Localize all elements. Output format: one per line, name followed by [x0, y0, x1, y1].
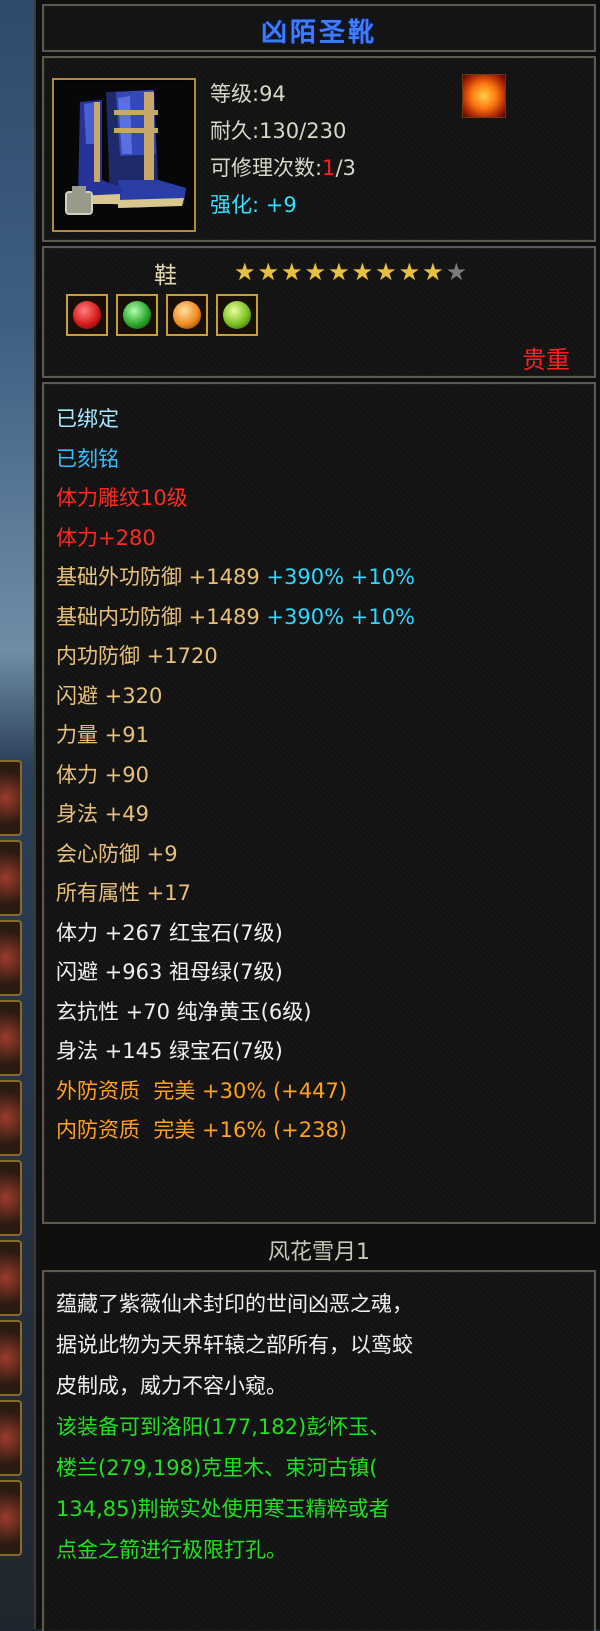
item-name: 凶陌圣靴 — [260, 18, 377, 48]
hint-line: 该装备可到洛阳(177,182)彭怀玉、 — [56, 1415, 391, 1439]
gem-socket[interactable] — [166, 294, 208, 336]
star-filled-icon: ★ — [398, 258, 423, 286]
skill-slot-icon[interactable] — [0, 760, 22, 836]
attr-line: 力量 +91 — [56, 723, 149, 747]
quality-line: 内防资质 完美 +16% (+238) — [56, 1118, 348, 1142]
orange-gem-icon — [173, 301, 201, 329]
item-repair-count: 可修理次数:1/3 — [210, 152, 356, 182]
lore-line: 据说此物为天界轩辕之部所有，以鸾蛟 — [56, 1333, 413, 1357]
attr-line: 体力 +90 — [56, 762, 149, 787]
item-description: 蕴藏了紫薇仙术封印的世间凶恶之魂， 据说此物为天界轩辕之部所有，以鸾蛟 皮制成，… — [42, 1270, 596, 1631]
outer-defense-attr: 基础外功防御 +1489 +390% +10% — [56, 558, 415, 598]
star-filled-icon: ★ — [351, 258, 376, 286]
gem-socket[interactable] — [216, 294, 258, 336]
item-header: 等级:94 耐久:130/230 可修理次数:1/3 强化: +9 — [42, 56, 596, 242]
item-tooltip: 凶陌圣靴 等级:94 耐久:130/230 可修理次数:1/3 强化: +9 鞋… — [34, 0, 600, 1631]
item-rarity: 贵重 — [522, 346, 570, 374]
lore-line: 皮制成，威力不容小窥。 — [56, 1374, 287, 1398]
item-attributes: 已绑定 已刻铭 体力雕纹10级 体力+280 基础外功防御 +1489 +390… — [42, 382, 596, 1224]
star-empty-icon: ★ — [445, 258, 470, 286]
star-filled-icon: ★ — [304, 258, 329, 286]
enhance-label: 强化: — [210, 193, 260, 217]
red-gem-icon — [73, 301, 101, 329]
hint-line: 楼兰(279,198)克里木、束河古镇( — [56, 1456, 378, 1480]
gem-sockets — [66, 294, 258, 336]
item-summary: 鞋 ★★★★★★★★★★ 贵重 — [42, 246, 596, 378]
item-durability: 耐久:130/230 — [210, 119, 347, 143]
attr-line: 所有属性 +17 — [56, 881, 191, 905]
skill-slot-icon[interactable] — [0, 840, 22, 916]
carving-attr: 体力雕纹10级 — [56, 486, 188, 510]
enhance-value: +9 — [265, 193, 297, 217]
outer-def-pct2: +10% — [350, 565, 416, 589]
attr-line: 会心防御 +9 — [56, 841, 178, 866]
outer-def-label: 基础外功防御 +1489 — [56, 565, 260, 589]
attr-line: 内功防御 +1720 — [56, 644, 218, 668]
skill-slot-icon[interactable] — [0, 920, 22, 996]
lore-line: 蕴藏了紫薇仙术封印的世间凶恶之魂， — [56, 1292, 413, 1316]
repair-max: /3 — [335, 156, 356, 180]
skill-slot-icon[interactable] — [0, 1000, 22, 1076]
gem-socket[interactable] — [66, 294, 108, 336]
set-name: 风花雪月1 — [268, 1240, 370, 1265]
attr-line: 身法 +49 — [56, 802, 149, 826]
engraved-status: 已刻铭 — [56, 446, 119, 471]
item-type: 鞋 — [154, 263, 177, 289]
inner-def-pct1: +390% — [266, 604, 345, 629]
star-filled-icon: ★ — [257, 258, 282, 286]
skill-slot-icon[interactable] — [0, 1480, 22, 1556]
star-filled-icon: ★ — [281, 258, 305, 286]
repair-label: 可修理次数: — [210, 156, 323, 180]
gem-attr-line: 闪避 +963 祖母绿(7级) — [56, 960, 283, 984]
star-filled-icon: ★ — [234, 258, 258, 286]
skill-slot-icon[interactable] — [0, 1080, 22, 1156]
gem-socket[interactable] — [116, 294, 158, 336]
skill-slot-icon[interactable] — [0, 1160, 22, 1236]
inner-def-pct2: +10% — [350, 604, 416, 629]
flame-icon — [462, 74, 506, 118]
gem-attr-line: 身法 +145 绿宝石(7级) — [56, 1039, 283, 1063]
star-rating: ★★★★★★★★★★ — [234, 258, 469, 286]
repair-current: 1 — [322, 156, 336, 180]
tooltip-title-bar: 凶陌圣靴 — [42, 4, 596, 52]
gem-attr-line: 体力 +267 红宝石(7级) — [56, 920, 283, 945]
boot-icon — [58, 84, 190, 226]
skill-slot-icon[interactable] — [0, 1400, 22, 1476]
item-level: 等级:94 — [210, 82, 286, 106]
hint-line: 点金之箭进行极限打孔。 — [56, 1538, 287, 1562]
star-filled-icon: ★ — [422, 258, 446, 286]
stamina-bonus-attr: 体力+280 — [56, 525, 156, 550]
attr-line: 闪避 +320 — [56, 683, 163, 708]
skill-slot-icon[interactable] — [0, 1240, 22, 1316]
gem-attr-line: 玄抗性 +70 纯净黄玉(6级) — [56, 999, 312, 1024]
green-gem-icon — [123, 301, 151, 329]
item-enhancement: 强化: +9 — [210, 189, 297, 219]
hint-line: 134,85)荆嵌实处使用寒玉精粹或者 — [56, 1497, 390, 1521]
item-icon-frame — [52, 78, 196, 232]
inner-def-label: 基础内功防御 +1489 — [56, 604, 260, 629]
game-scene-background — [0, 0, 34, 1629]
bound-status: 已绑定 — [56, 407, 119, 431]
inner-defense-attr: 基础内功防御 +1489 +390% +10% — [56, 598, 415, 638]
star-filled-icon: ★ — [375, 258, 399, 286]
star-filled-icon: ★ — [328, 258, 352, 286]
quality-line: 外防资质 完美 +30% (+447) — [56, 1078, 348, 1103]
jade-gem-icon — [223, 301, 251, 329]
outer-def-pct1: +390% — [266, 565, 345, 589]
skill-slot-icon[interactable] — [0, 1320, 22, 1396]
